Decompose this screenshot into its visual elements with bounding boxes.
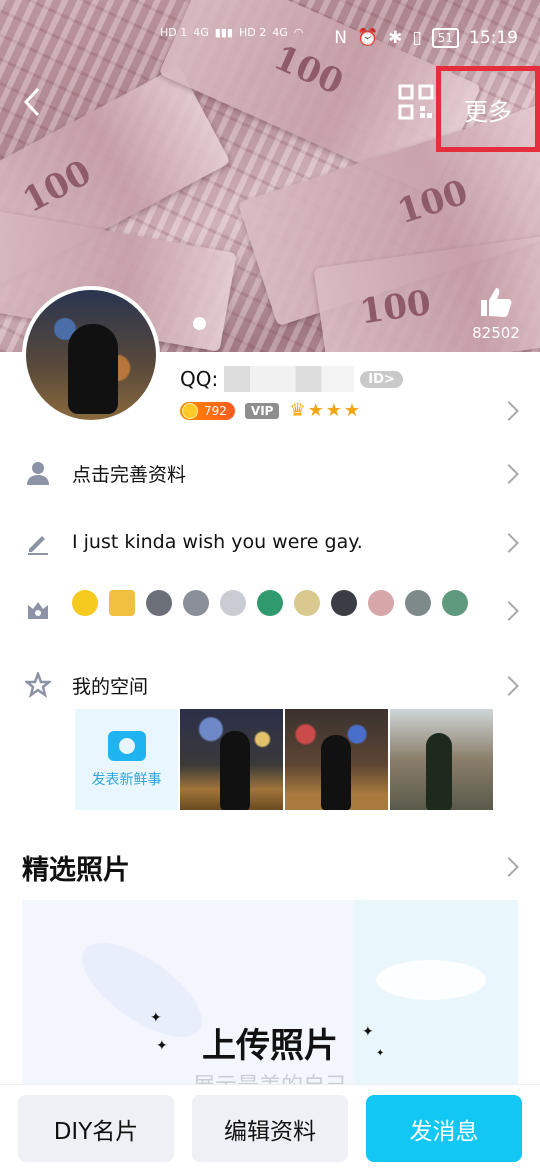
status-right: N ⏰ ✱ ▯ 51 15:19 (334, 28, 518, 48)
chevron-right-icon (499, 401, 519, 421)
coin-icon (182, 402, 198, 419)
sim1-network: 4G (193, 26, 209, 39)
bottom-action-bar: DIY名片 编辑资料 发消息 (0, 1084, 540, 1170)
featured-photos-title: 精选照片 (22, 855, 130, 886)
gray-helmet-medal-icon (405, 590, 431, 616)
complete-profile-label: 点击完善资料 (72, 463, 187, 486)
space-photo-strip: 发表新鲜事 (75, 709, 493, 810)
sim2-network: 4G (272, 26, 288, 39)
complete-profile-row[interactable]: 点击完善资料 (0, 443, 540, 503)
qq-label: QQ: (180, 367, 219, 391)
chevron-right-icon (499, 857, 519, 877)
level-coin-badge: 792 (180, 401, 235, 420)
fish-decoration (376, 960, 486, 1000)
space-photo[interactable] (285, 709, 388, 810)
like-button[interactable]: 82502 (466, 286, 526, 342)
signature-row[interactable]: I just kinda wish you were gay. (0, 512, 540, 572)
vibrate-icon: ▯ (412, 28, 422, 48)
diy-card-button[interactable]: DIY名片 (18, 1095, 174, 1162)
dark-crown-medal-icon (331, 590, 357, 616)
svip-medal-icon (72, 590, 98, 616)
sim1-indicator: HD 1 (160, 26, 188, 39)
vip-badge: VIP (244, 402, 280, 419)
avatar[interactable] (22, 286, 160, 424)
camera-icon (107, 730, 146, 761)
bluetooth-icon: ✱ (388, 28, 403, 48)
qr-code-icon (398, 84, 434, 120)
signature-text: I just kinda wish you were gay. (72, 531, 363, 553)
medal-wall-icon (24, 596, 52, 624)
medal-list (72, 590, 468, 616)
wifi-icon: ◠ (293, 26, 304, 39)
my-space-row[interactable]: 我的空间 (0, 655, 540, 715)
gray-gem-medal-icon (146, 590, 172, 616)
diamond-medal-icon (220, 590, 246, 616)
sim2-indicator: HD 2 (238, 26, 267, 39)
chevron-right-icon (499, 676, 519, 696)
back-button[interactable] (12, 82, 52, 122)
green-helmet-medal-icon (442, 590, 468, 616)
battery-icon: 51 (431, 28, 459, 48)
star-icon: ★ (307, 400, 324, 421)
upload-photos-card[interactable]: ✦ ✦ ✦ ✦ 上传照片 展示最美的自己 (22, 900, 518, 1090)
edit-profile-button[interactable]: 编辑资料 (192, 1095, 348, 1162)
alarm-icon: ⏰ (356, 28, 379, 48)
level-crowns: ♛ ★ ★ ★ (289, 400, 360, 421)
pink-diamond-medal-icon (368, 590, 394, 616)
signal-indicators: HD 1 4G ▮▮▮ HD 2 4G ◠ (160, 26, 303, 39)
pencil-icon (24, 528, 52, 556)
upload-photos-title: 上传照片 (202, 1026, 338, 1066)
gold-diamond-medal-icon (294, 590, 320, 616)
post-update-label: 发表新鲜事 (91, 771, 162, 788)
crown-icon: ♛ (289, 400, 306, 421)
space-photo[interactable] (390, 709, 493, 810)
nfc-icon: N (334, 28, 347, 48)
id-badge[interactable]: ID> (360, 370, 403, 388)
level-value: 792 (204, 403, 227, 418)
more-button[interactable]: 更多 (436, 66, 540, 152)
thumbs-up-icon (481, 288, 512, 317)
chevron-right-icon (499, 533, 519, 553)
green-diamond-medal-icon (257, 590, 283, 616)
helmet-medal-icon (183, 590, 209, 616)
qr-code-button[interactable] (398, 84, 434, 120)
carousel-indicator-dot (193, 317, 206, 330)
signal-icon: ▮▮▮ (214, 26, 233, 39)
person-icon (24, 459, 52, 487)
send-message-button[interactable]: 发消息 (366, 1095, 522, 1162)
chevron-right-icon (499, 464, 519, 484)
star-icon: ★ (325, 400, 342, 421)
like-count: 82502 (472, 324, 520, 342)
qq-number-masked (224, 366, 355, 392)
space-star-icon (24, 671, 52, 699)
star-icon: ★ (343, 400, 361, 421)
space-photo[interactable] (180, 709, 283, 810)
chevron-left-icon (23, 87, 40, 117)
level-badges-row[interactable]: 792 VIP ♛ ★ ★ ★ (180, 400, 360, 421)
status-time: 15:19 (469, 28, 518, 48)
chevron-right-icon (499, 601, 519, 621)
vip-crown-medal-icon (109, 590, 135, 616)
qq-number-row[interactable]: QQ: ID> (180, 366, 403, 392)
my-space-label: 我的空间 (72, 675, 149, 698)
post-update-tile[interactable]: 发表新鲜事 (75, 709, 178, 810)
